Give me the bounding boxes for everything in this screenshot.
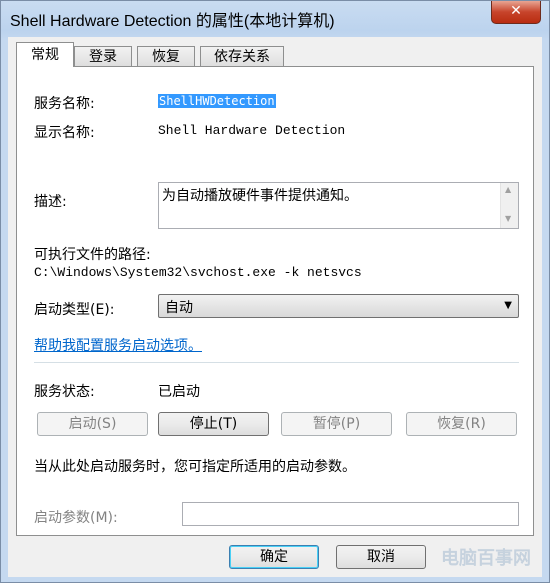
tab-general[interactable]: 常规 <box>16 42 74 67</box>
divider <box>34 362 519 363</box>
description-label: 描述: <box>34 194 67 210</box>
tab-dependencies[interactable]: 依存关系 <box>200 46 284 66</box>
start-button[interactable]: 启动(S) <box>37 412 148 436</box>
window-title: Shell Hardware Detection 的属性(本地计算机) <box>10 13 335 30</box>
start-params-label: 启动参数(M): <box>34 510 118 526</box>
service-name-label: 服务名称: <box>34 96 95 112</box>
exe-path-label: 可执行文件的路径: <box>34 247 151 263</box>
exe-path-value: C:\Windows\System32\svchost.exe -k netsv… <box>34 265 362 280</box>
display-name-value[interactable]: Shell Hardware Detection <box>158 123 345 138</box>
start-params-input[interactable] <box>182 502 519 526</box>
stop-button[interactable]: 停止(T) <box>158 412 269 436</box>
title-bar[interactable]: Shell Hardware Detection 的属性(本地计算机) ✕ <box>1 1 549 37</box>
tab-logon[interactable]: 登录 <box>74 46 132 66</box>
display-name-label: 显示名称: <box>34 125 95 141</box>
general-panel: 服务名称: ShellHWDetection 显示名称: Shell Hardw… <box>16 66 534 536</box>
service-status-label: 服务状态: <box>34 384 95 400</box>
startup-type-label: 启动类型(E): <box>34 302 115 318</box>
properties-window: Shell Hardware Detection 的属性(本地计算机) ✕ 常规… <box>0 0 550 583</box>
scroll-down-icon[interactable]: ▼ <box>505 214 511 223</box>
cancel-button[interactable]: 取消 <box>336 545 426 569</box>
scroll-up-icon[interactable]: ▲ <box>505 185 511 194</box>
service-status-value: 已启动 <box>158 384 200 400</box>
watermark-logo: 电脑百事网 <box>441 548 531 569</box>
dialog-client: 常规 登录 恢复 依存关系 服务名称: ShellHWDetection 显示名… <box>8 37 542 577</box>
description-value: 为自动播放硬件事件提供通知。 <box>162 188 358 204</box>
ok-button[interactable]: 确定 <box>229 545 319 569</box>
tab-recovery[interactable]: 恢复 <box>137 46 195 66</box>
start-params-hint: 当从此处启动服务时，您可指定所适用的启动参数。 <box>34 459 356 475</box>
startup-type-value: 自动 <box>165 300 193 316</box>
service-name-value[interactable]: ShellHWDetection <box>158 94 276 108</box>
description-textbox[interactable]: 为自动播放硬件事件提供通知。 ▲ ▼ <box>158 182 519 229</box>
startup-type-select[interactable]: 自动 ▼ <box>158 294 519 318</box>
resume-button[interactable]: 恢复(R) <box>406 412 517 436</box>
close-button[interactable]: ✕ <box>491 1 541 24</box>
help-startup-link[interactable]: 帮助我配置服务启动选项。 <box>34 335 202 355</box>
chevron-down-icon: ▼ <box>504 300 512 311</box>
description-scrollbar[interactable]: ▲ ▼ <box>500 183 518 228</box>
pause-button[interactable]: 暂停(P) <box>281 412 392 436</box>
